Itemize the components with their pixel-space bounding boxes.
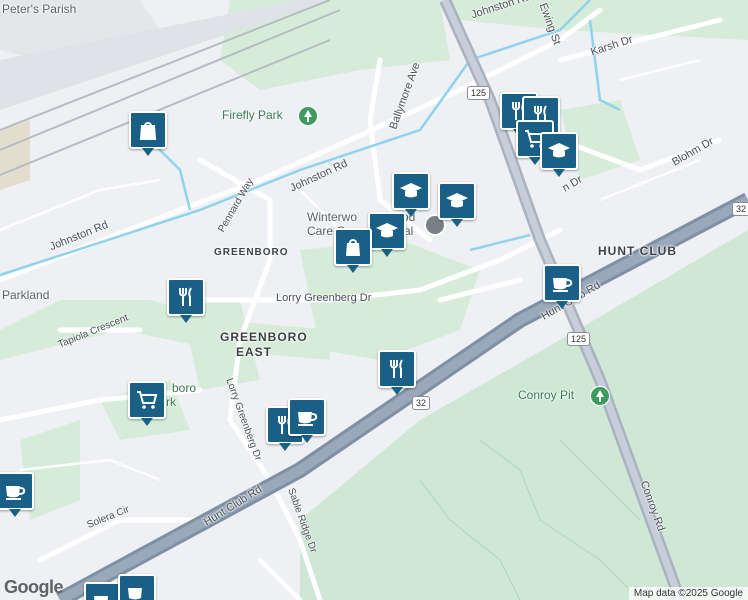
greenboro-east-label-a: GREENBORO — [220, 330, 308, 344]
coffee-cup-icon[interactable] — [84, 582, 122, 600]
boro-park-label-a: boro — [172, 381, 197, 395]
boro-park-label-b: rk — [166, 395, 176, 409]
lorry-greenberg-dr-label: Lorry Greenberg Dr — [276, 292, 372, 304]
greenboro-east-label-b: EAST — [236, 345, 273, 359]
graduation-cap-icon[interactable] — [540, 132, 578, 177]
winterwood-label-a: Winterwo — [307, 210, 358, 224]
fork-knife-icon[interactable] — [378, 350, 416, 395]
hunt-club-area-label: HUNT CLUB — [598, 244, 677, 258]
fork-knife-icon[interactable] — [167, 278, 205, 323]
shopping-bag-icon[interactable] — [334, 228, 372, 273]
map-attribution[interactable]: Map data ©2025 Google — [628, 587, 748, 600]
graduation-cap-icon[interactable] — [368, 212, 406, 257]
route-32-mid-shield: 32 — [412, 396, 431, 410]
firefly-park-icon[interactable] — [298, 106, 318, 126]
shopping-cart-icon[interactable] — [128, 381, 166, 426]
parkland-label: Parkland — [2, 288, 50, 302]
shopping-bag-icon[interactable] — [129, 111, 167, 156]
graduation-cap-icon[interactable] — [392, 172, 430, 217]
peters-parish-label: Peter's Parish — [2, 2, 77, 16]
map-canvas[interactable]: Peter's Parish Firefly Park Johnston Rd … — [0, 0, 748, 600]
route-125-top-shield: 125 — [467, 86, 491, 100]
greenboro-label: GREENBORO — [214, 247, 289, 258]
route-32-right-shield: 32 — [732, 202, 748, 216]
firefly-park-label: Firefly Park — [222, 108, 283, 122]
conroy-pit-icon[interactable] — [590, 386, 610, 406]
coffee-cup-icon[interactable] — [0, 472, 34, 517]
graduation-cap-icon[interactable] — [438, 182, 476, 227]
google-logo: Google — [4, 577, 64, 597]
route-125-bottom-shield: 125 — [567, 332, 591, 346]
coffee-cup-icon[interactable] — [543, 264, 581, 309]
conroy-pit-label: Conroy Pit — [518, 388, 575, 402]
coffee-cup-icon[interactable] — [118, 574, 156, 600]
coffee-cup-icon[interactable] — [288, 398, 326, 443]
